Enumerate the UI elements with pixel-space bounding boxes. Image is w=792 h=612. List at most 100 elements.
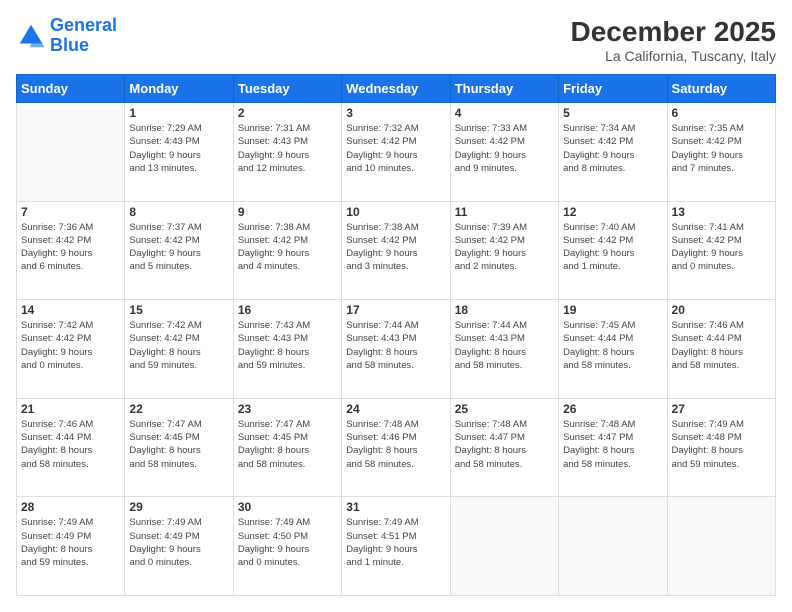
day-info: Sunrise: 7:43 AMSunset: 4:43 PMDaylight:…	[238, 319, 337, 372]
day-number: 7	[21, 205, 120, 219]
day-cell: 19Sunrise: 7:45 AMSunset: 4:44 PMDayligh…	[559, 300, 667, 399]
day-number: 17	[346, 303, 445, 317]
day-info: Sunrise: 7:42 AMSunset: 4:42 PMDaylight:…	[21, 319, 120, 372]
day-number: 24	[346, 402, 445, 416]
day-number: 4	[455, 106, 554, 120]
day-cell: 31 Sunrise: 7:49 AMSunset: 4:51 PMDayligh…	[342, 497, 450, 596]
day-info: Sunrise: 7:29 AMSunset: 4:43 PMDaylight:…	[129, 122, 228, 175]
day-cell: 28 Sunrise: 7:49 AMSunset: 4:49 PMDayligh…	[17, 497, 125, 596]
day-info: Sunrise: 7:40 AMSunset: 4:42 PMDaylight:…	[563, 221, 662, 274]
day-cell: 6Sunrise: 7:35 AMSunset: 4:42 PMDaylight…	[667, 103, 775, 202]
day-cell: 4 Sunrise: 7:33 AMSunset: 4:42 PMDaylight…	[450, 103, 558, 202]
weekday-header-monday: Monday	[125, 75, 233, 103]
weekday-header-row: SundayMondayTuesdayWednesdayThursdayFrid…	[17, 75, 776, 103]
day-number: 31	[346, 500, 445, 514]
day-info: Sunrise: 7:34 AMSunset: 4:42 PMDaylight:…	[563, 122, 662, 175]
day-number: 19	[563, 303, 662, 317]
day-info: Sunrise: 7:42 AMSunset: 4:42 PMDaylight:…	[129, 319, 228, 372]
day-number: 29	[129, 500, 228, 514]
day-info: Sunrise: 7:48 AMSunset: 4:47 PMDaylight:…	[455, 418, 554, 471]
day-info: Sunrise: 7:47 AMSunset: 4:45 PMDaylight:…	[129, 418, 228, 471]
day-number: 6	[672, 106, 771, 120]
week-row-3: 21Sunrise: 7:46 AMSunset: 4:44 PMDayligh…	[17, 398, 776, 497]
day-number: 2	[238, 106, 337, 120]
day-info: Sunrise: 7:48 AMSunset: 4:47 PMDaylight:…	[563, 418, 662, 471]
day-number: 25	[455, 402, 554, 416]
weekday-header-saturday: Saturday	[667, 75, 775, 103]
day-cell	[667, 497, 775, 596]
day-number: 28	[21, 500, 120, 514]
day-number: 16	[238, 303, 337, 317]
day-cell: 15 Sunrise: 7:42 AMSunset: 4:42 PMDayligh…	[125, 300, 233, 399]
day-info: Sunrise: 7:32 AMSunset: 4:42 PMDaylight:…	[346, 122, 445, 175]
day-number: 5	[563, 106, 662, 120]
day-info: Sunrise: 7:49 AMSunset: 4:51 PMDaylight:…	[346, 516, 445, 569]
logo-text: General Blue	[50, 16, 117, 56]
day-cell: 23Sunrise: 7:47 AMSunset: 4:45 PMDayligh…	[233, 398, 341, 497]
weekday-header-friday: Friday	[559, 75, 667, 103]
logo: General Blue	[16, 16, 117, 56]
day-cell: 10 Sunrise: 7:38 AMSunset: 4:42 PMDayligh…	[342, 201, 450, 300]
day-info: Sunrise: 7:49 AMSunset: 4:49 PMDaylight:…	[21, 516, 120, 569]
day-cell	[17, 103, 125, 202]
day-cell: 24Sunrise: 7:48 AMSunset: 4:46 PMDayligh…	[342, 398, 450, 497]
day-number: 20	[672, 303, 771, 317]
day-cell: 21Sunrise: 7:46 AMSunset: 4:44 PMDayligh…	[17, 398, 125, 497]
week-row-2: 14 Sunrise: 7:42 AMSunset: 4:42 PMDayligh…	[17, 300, 776, 399]
weekday-header-sunday: Sunday	[17, 75, 125, 103]
day-cell: 12 Sunrise: 7:40 AMSunset: 4:42 PMDayligh…	[559, 201, 667, 300]
day-cell: 26Sunrise: 7:48 AMSunset: 4:47 PMDayligh…	[559, 398, 667, 497]
day-cell: 27Sunrise: 7:49 AMSunset: 4:48 PMDayligh…	[667, 398, 775, 497]
day-number: 9	[238, 205, 337, 219]
day-cell	[450, 497, 558, 596]
day-info: Sunrise: 7:38 AMSunset: 4:42 PMDaylight:…	[238, 221, 337, 274]
day-cell: 7 Sunrise: 7:36 AMSunset: 4:42 PMDaylight…	[17, 201, 125, 300]
day-cell: 11 Sunrise: 7:39 AMSunset: 4:42 PMDayligh…	[450, 201, 558, 300]
weekday-header-thursday: Thursday	[450, 75, 558, 103]
day-number: 30	[238, 500, 337, 514]
day-number: 8	[129, 205, 228, 219]
week-row-0: 1 Sunrise: 7:29 AMSunset: 4:43 PMDaylight…	[17, 103, 776, 202]
day-cell: 3 Sunrise: 7:32 AMSunset: 4:42 PMDaylight…	[342, 103, 450, 202]
day-info: Sunrise: 7:38 AMSunset: 4:42 PMDaylight:…	[346, 221, 445, 274]
day-cell: 8 Sunrise: 7:37 AMSunset: 4:42 PMDaylight…	[125, 201, 233, 300]
day-number: 15	[129, 303, 228, 317]
day-info: Sunrise: 7:49 AMSunset: 4:49 PMDaylight:…	[129, 516, 228, 569]
calendar-subtitle: La California, Tuscany, Italy	[571, 48, 776, 64]
day-number: 12	[563, 205, 662, 219]
title-section: December 2025 La California, Tuscany, It…	[571, 16, 776, 64]
day-number: 1	[129, 106, 228, 120]
day-info: Sunrise: 7:31 AMSunset: 4:43 PMDaylight:…	[238, 122, 337, 175]
day-number: 10	[346, 205, 445, 219]
day-number: 27	[672, 402, 771, 416]
day-info: Sunrise: 7:36 AMSunset: 4:42 PMDaylight:…	[21, 221, 120, 274]
weekday-header-wednesday: Wednesday	[342, 75, 450, 103]
day-cell: 30 Sunrise: 7:49 AMSunset: 4:50 PMDayligh…	[233, 497, 341, 596]
calendar-header: SundayMondayTuesdayWednesdayThursdayFrid…	[17, 75, 776, 103]
page: General Blue December 2025 La California…	[0, 0, 792, 612]
day-number: 3	[346, 106, 445, 120]
day-cell: 2 Sunrise: 7:31 AMSunset: 4:43 PMDaylight…	[233, 103, 341, 202]
day-number: 11	[455, 205, 554, 219]
day-info: Sunrise: 7:44 AMSunset: 4:43 PMDaylight:…	[346, 319, 445, 372]
calendar: SundayMondayTuesdayWednesdayThursdayFrid…	[16, 74, 776, 596]
day-info: Sunrise: 7:39 AMSunset: 4:42 PMDaylight:…	[455, 221, 554, 274]
day-cell: 9 Sunrise: 7:38 AMSunset: 4:42 PMDaylight…	[233, 201, 341, 300]
week-row-4: 28 Sunrise: 7:49 AMSunset: 4:49 PMDayligh…	[17, 497, 776, 596]
logo-line1: General	[50, 15, 117, 35]
day-info: Sunrise: 7:33 AMSunset: 4:42 PMDaylight:…	[455, 122, 554, 175]
header: General Blue December 2025 La California…	[16, 16, 776, 64]
day-cell: 17 Sunrise: 7:44 AMSunset: 4:43 PMDayligh…	[342, 300, 450, 399]
day-info: Sunrise: 7:46 AMSunset: 4:44 PMDaylight:…	[672, 319, 771, 372]
day-info: Sunrise: 7:49 AMSunset: 4:50 PMDaylight:…	[238, 516, 337, 569]
day-info: Sunrise: 7:37 AMSunset: 4:42 PMDaylight:…	[129, 221, 228, 274]
weekday-header-tuesday: Tuesday	[233, 75, 341, 103]
day-cell: 5 Sunrise: 7:34 AMSunset: 4:42 PMDaylight…	[559, 103, 667, 202]
week-row-1: 7 Sunrise: 7:36 AMSunset: 4:42 PMDaylight…	[17, 201, 776, 300]
day-number: 21	[21, 402, 120, 416]
day-number: 14	[21, 303, 120, 317]
day-number: 13	[672, 205, 771, 219]
calendar-body: 1 Sunrise: 7:29 AMSunset: 4:43 PMDaylight…	[17, 103, 776, 596]
day-cell: 25 Sunrise: 7:48 AMSunset: 4:47 PMDayligh…	[450, 398, 558, 497]
day-cell: 16 Sunrise: 7:43 AMSunset: 4:43 PMDayligh…	[233, 300, 341, 399]
